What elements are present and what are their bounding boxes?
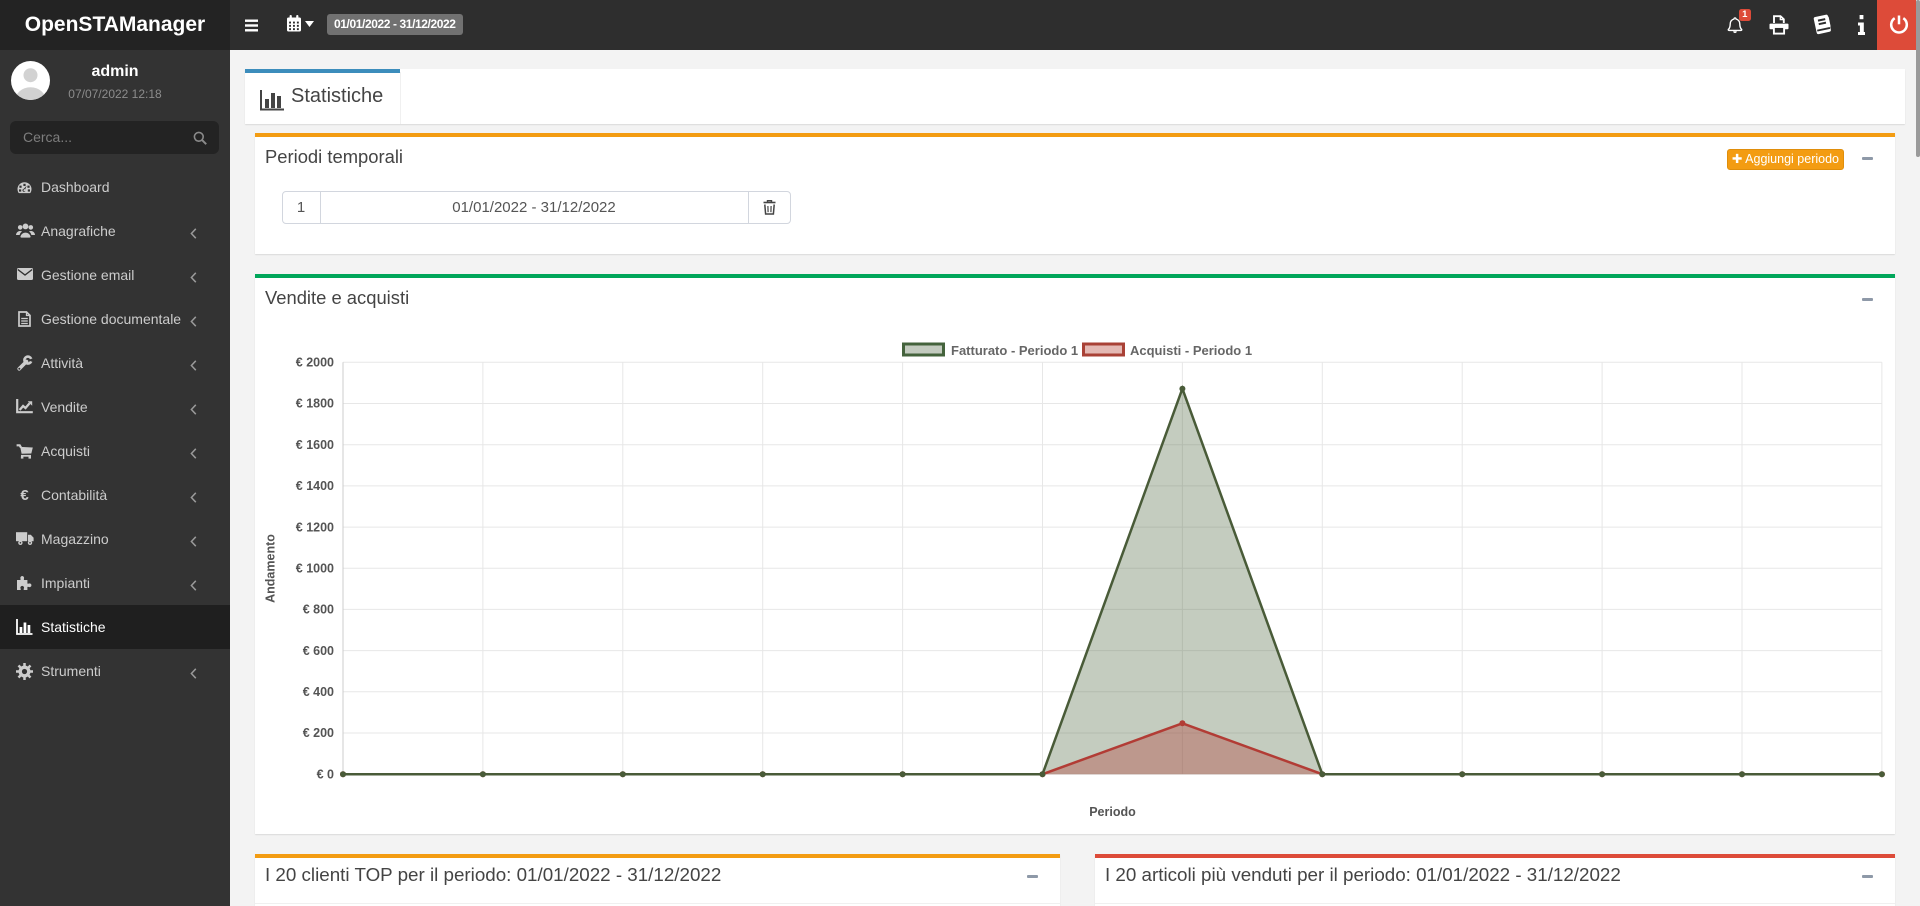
svg-text:Acquisti - Periodo 1: Acquisti - Periodo 1 xyxy=(1130,343,1252,358)
svg-text:Fatturato - Periodo 1: Fatturato - Periodo 1 xyxy=(951,343,1078,358)
svg-text:€ 0: € 0 xyxy=(317,767,334,781)
svg-text:€ 1800: € 1800 xyxy=(296,397,334,411)
svg-text:€ 1200: € 1200 xyxy=(296,520,334,534)
svg-text:€ 1400: € 1400 xyxy=(296,479,334,493)
svg-text:€ 2000: € 2000 xyxy=(296,356,334,370)
svg-text:€ 200: € 200 xyxy=(303,726,334,740)
svg-text:€ 600: € 600 xyxy=(303,644,334,658)
svg-text:Andamento: Andamento xyxy=(264,534,278,603)
svg-text:€ 800: € 800 xyxy=(303,603,334,617)
svg-text:Periodo: Periodo xyxy=(1089,805,1136,819)
svg-text:€ 1600: € 1600 xyxy=(296,438,334,452)
svg-text:€ 1000: € 1000 xyxy=(296,561,334,575)
svg-text:€ 400: € 400 xyxy=(303,685,334,699)
